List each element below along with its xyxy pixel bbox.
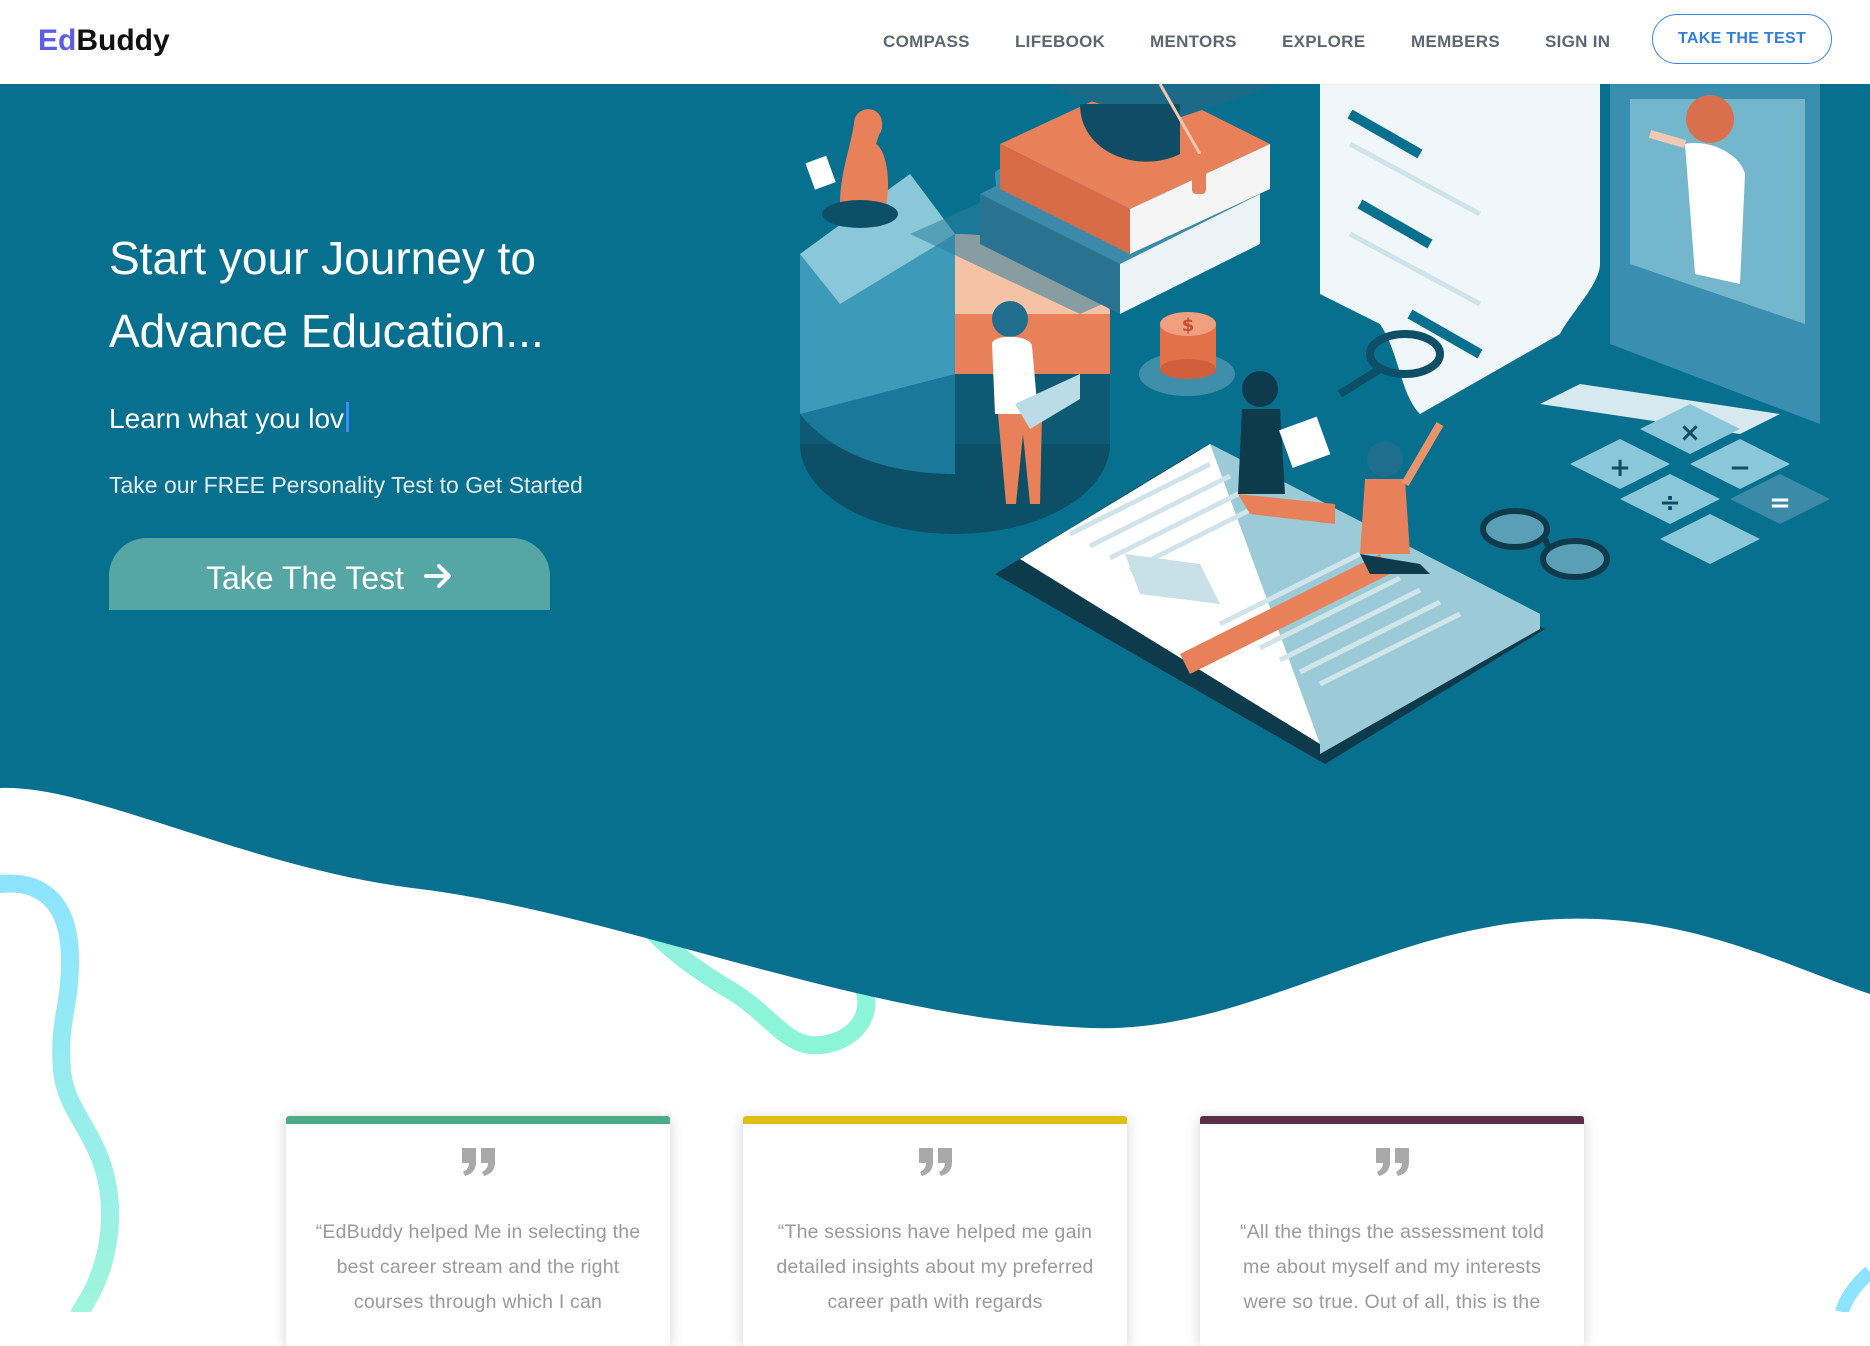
eyeglasses-icon xyxy=(1480,508,1610,580)
main-nav: COMPASS LIFEBOOK MENTORS EXPLORE MEMBERS… xyxy=(0,0,1870,84)
nav-mentors[interactable]: MENTORS xyxy=(1150,32,1237,52)
quote-icon xyxy=(1376,1148,1409,1176)
nav-sign-in[interactable]: SIGN IN xyxy=(1545,32,1610,52)
quote-icon xyxy=(919,1148,952,1176)
nav-members[interactable]: MEMBERS xyxy=(1411,32,1500,52)
svg-text:×: × xyxy=(1679,418,1701,448)
typing-caret xyxy=(346,402,350,432)
receipt-paper xyxy=(1320,84,1600,414)
take-the-test-nav-button[interactable]: TAKE THE TEST xyxy=(1652,14,1832,64)
svg-text:−: − xyxy=(1729,453,1751,483)
coin-stack: $ xyxy=(1139,312,1235,396)
hero-typed-text: Learn what you lov xyxy=(109,402,350,435)
nav-compass[interactable]: COMPASS xyxy=(883,32,970,52)
svg-text:+: + xyxy=(1609,453,1631,483)
hero-button-label: Take The Test xyxy=(206,560,405,596)
quote-icon xyxy=(462,1148,495,1176)
card-accent-bar xyxy=(743,1116,1127,1124)
arrow-right-icon xyxy=(422,560,454,600)
top-navbar: EdBuddy COMPASS LIFEBOOK MENTORS EXPLORE… xyxy=(0,0,1870,84)
card-accent-bar xyxy=(1200,1116,1584,1124)
hero-education-illustration: $ + × ÷ − = xyxy=(800,84,1830,764)
card-accent-bar xyxy=(286,1116,670,1124)
person-reading-left xyxy=(805,109,898,228)
take-the-test-hero-button[interactable]: Take The Test xyxy=(109,538,550,610)
testimonial-text: “The sessions have helped me gain detail… xyxy=(776,1221,1094,1313)
hero-title: Start your Journey to Advance Education.… xyxy=(109,222,669,368)
nav-lifebook[interactable]: LIFEBOOK xyxy=(1015,32,1105,52)
svg-text:$: $ xyxy=(1182,315,1195,336)
hero-title-line1: Start your Journey to xyxy=(109,232,536,284)
nav-explore[interactable]: EXPLORE xyxy=(1282,32,1365,52)
calculator-keys: + × ÷ − = xyxy=(1570,404,1830,564)
person-raising-hand xyxy=(1360,421,1444,574)
svg-text:÷: ÷ xyxy=(1659,488,1681,518)
hero-subtitle: Take our FREE Personality Test to Get St… xyxy=(109,472,583,498)
testimonial-text: “All the things the assessment told me a… xyxy=(1240,1221,1544,1313)
testimonial-text: “EdBuddy helped Me in selecting the best… xyxy=(315,1221,641,1313)
hero-title-line2: Advance Education... xyxy=(109,305,544,357)
svg-text:=: = xyxy=(1769,488,1791,518)
